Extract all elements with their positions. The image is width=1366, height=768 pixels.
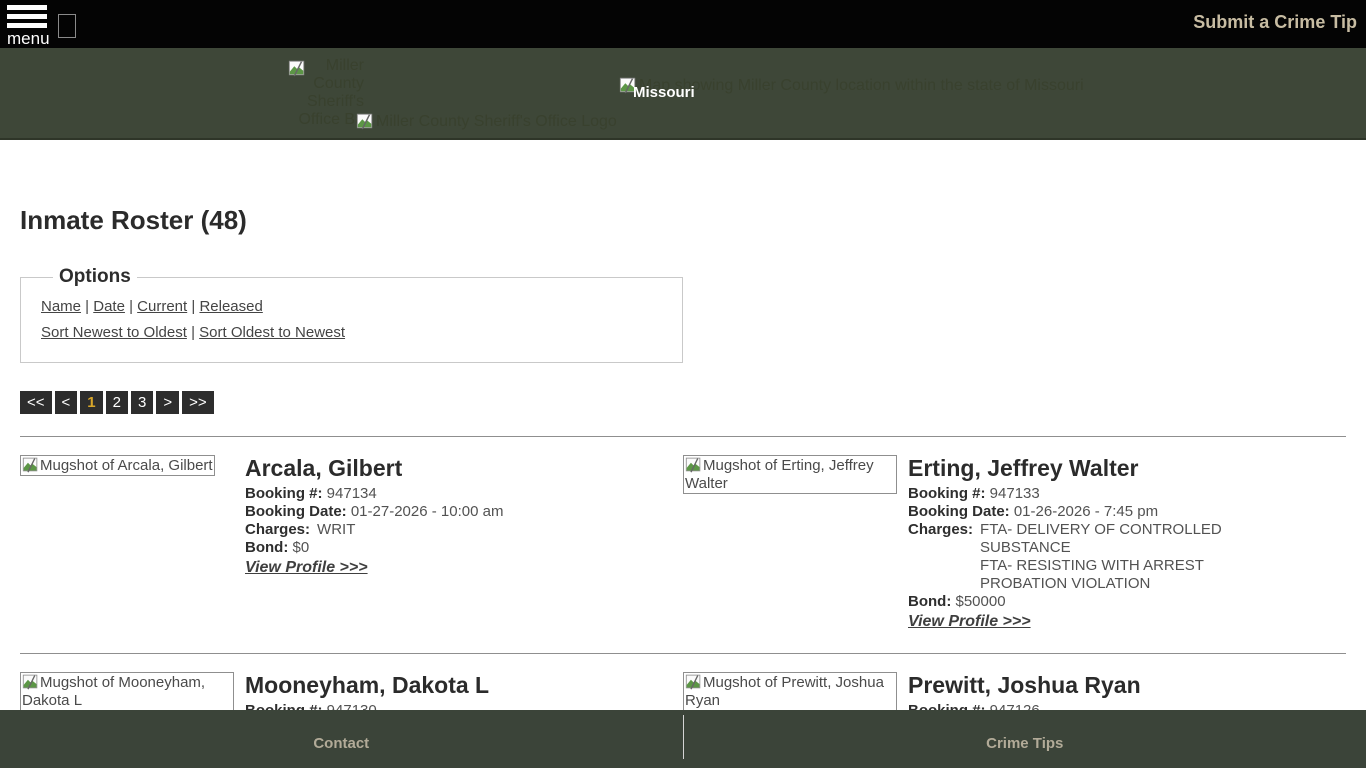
page-button-first[interactable]: << xyxy=(20,391,52,414)
header-banner: Miller County Sheriff's Office Ba Miller… xyxy=(0,48,1366,140)
logo-alt-text: Miller County Sheriff's Office Logo xyxy=(376,113,617,130)
mugshot-broken-image[interactable]: Mugshot of Arcala, Gilbert xyxy=(20,455,215,476)
bond-row: Bond: $50000 xyxy=(908,593,1346,611)
broken-image-icon xyxy=(685,456,702,473)
filter-link-name[interactable]: Name xyxy=(41,298,81,315)
mugshot-broken-image[interactable]: Mugshot of Erting, Jeffrey Walter xyxy=(683,455,897,494)
submit-crime-tip-link[interactable]: Submit a Crime Tip xyxy=(1193,12,1357,33)
menu-label: menu xyxy=(7,32,50,46)
options-panel: Options Name | Date | Current | Released… xyxy=(20,266,683,363)
mugshot-alt-text: Mugshot of Mooneyham, Dakota L xyxy=(22,674,205,709)
broken-image-placeholder-icon xyxy=(58,14,76,38)
view-profile-link[interactable]: View Profile >>> xyxy=(245,559,368,577)
mugshot-alt-text: Mugshot of Erting, Jeffrey Walter xyxy=(685,457,874,492)
page-button-3[interactable]: 3 xyxy=(131,391,153,414)
sort-link-sort-oldest-to-newest[interactable]: Sort Oldest to Newest xyxy=(199,324,345,341)
filter-link-date[interactable]: Date xyxy=(93,298,125,315)
charge-line: FTA- RESISTING WITH ARREST xyxy=(980,557,1248,575)
mugshot-cell: Mugshot of Erting, Jeffrey Walter xyxy=(683,455,908,494)
broken-image-icon xyxy=(356,112,374,130)
menu-button[interactable]: menu xyxy=(7,5,50,46)
charge-line: PROBATION VIOLATION xyxy=(980,575,1248,593)
separator: | xyxy=(187,324,199,341)
mugshot-alt-text: Mugshot of Arcala, Gilbert xyxy=(40,457,213,474)
booking-number-row: Booking #: 947134 xyxy=(245,485,683,503)
inmate-name: Arcala, Gilbert xyxy=(245,455,683,481)
charge-line: WRIT xyxy=(317,521,355,539)
hamburger-icon xyxy=(7,5,50,28)
filter-link-released[interactable]: Released xyxy=(199,298,262,315)
filter-links: Name | Date | Current | Released xyxy=(41,294,662,320)
sort-link-sort-newest-to-oldest[interactable]: Sort Newest to Oldest xyxy=(41,324,187,341)
mugshot-alt-text: Mugshot of Prewitt, Joshua Ryan xyxy=(685,674,884,709)
page-button-2[interactable]: 2 xyxy=(106,391,128,414)
inmate-name: Prewitt, Joshua Ryan xyxy=(908,672,1346,698)
options-legend: Options xyxy=(53,266,137,288)
inmate-detail-rows: Booking #: 947134Booking Date: 01-27-202… xyxy=(245,485,683,557)
footer: Contact Crime Tips xyxy=(0,710,1366,768)
footer-crime-tips-link[interactable]: Crime Tips xyxy=(986,735,1063,752)
sheriff-logo-broken-image: Miller County Sheriff's Office Logo xyxy=(356,112,617,131)
page-button-next[interactable]: > xyxy=(156,391,179,414)
view-profile-link[interactable]: View Profile >>> xyxy=(908,613,1031,631)
bond-row: Bond: $0 xyxy=(245,539,683,557)
inmate-entry: Mugshot of Erting, Jeffrey Walter Erting… xyxy=(683,455,1346,631)
pagination: <<<123>>> xyxy=(20,391,1346,414)
mugshot-cell: Mugshot of Arcala, Gilbert xyxy=(20,455,245,476)
mugshot-cell: Mugshot of Prewitt, Joshua Ryan xyxy=(683,672,908,711)
page: menu Submit a Crime Tip Miller County Sh… xyxy=(0,0,1366,768)
broken-image-icon xyxy=(685,673,702,690)
page-button-prev[interactable]: < xyxy=(55,391,78,414)
map-alt-text: Map showing Miller County location withi… xyxy=(639,77,1084,94)
main-content: Inmate Roster (48) Options Name | Date |… xyxy=(0,140,1366,720)
broken-image-icon xyxy=(22,456,39,473)
state-label: Missouri xyxy=(633,84,695,101)
roster-row: Mugshot of Arcala, Gilbert Arcala, Gilbe… xyxy=(20,437,1346,631)
inmate-name: Mooneyham, Dakota L xyxy=(245,672,683,698)
broken-image-icon xyxy=(22,673,39,690)
page-button-1[interactable]: 1 xyxy=(80,391,102,414)
filter-link-current[interactable]: Current xyxy=(137,298,187,315)
footer-contact-link[interactable]: Contact xyxy=(313,735,369,752)
charges-row: Charges:FTA- DELIVERY OF CONTROLLED SUBS… xyxy=(908,521,1346,593)
inmate-details: Erting, Jeffrey Walter Booking #: 947133… xyxy=(908,455,1346,631)
charges-row: Charges:WRIT xyxy=(245,521,683,539)
booking-date-row: Booking Date: 01-26-2026 - 7:45 pm xyxy=(908,503,1346,521)
separator: | xyxy=(125,298,137,315)
mugshot-cell: Mugshot of Mooneyham, Dakota L xyxy=(20,672,245,711)
charge-line: FTA- DELIVERY OF CONTROLLED SUBSTANCE xyxy=(980,521,1248,557)
separator: | xyxy=(187,298,199,315)
inmate-name: Erting, Jeffrey Walter xyxy=(908,455,1346,481)
inmate-details: Arcala, Gilbert Booking #: 947134Booking… xyxy=(245,455,683,577)
inmate-entry: Mugshot of Arcala, Gilbert Arcala, Gilbe… xyxy=(20,455,683,631)
topbar: menu Submit a Crime Tip xyxy=(0,0,1366,48)
booking-number-row: Booking #: 947133 xyxy=(908,485,1346,503)
page-title: Inmate Roster (48) xyxy=(20,204,1346,236)
mugshot-broken-image[interactable]: Mugshot of Mooneyham, Dakota L xyxy=(20,672,234,711)
sort-links: Sort Newest to Oldest | Sort Oldest to N… xyxy=(41,320,662,346)
mugshot-broken-image[interactable]: Mugshot of Prewitt, Joshua Ryan xyxy=(683,672,897,711)
inmate-detail-rows: Booking #: 947133Booking Date: 01-26-202… xyxy=(908,485,1346,611)
separator: | xyxy=(81,298,93,315)
booking-date-row: Booking Date: 01-27-2026 - 10:00 am xyxy=(245,503,683,521)
sheriff-badge-broken-image: Miller County Sheriff's Office Ba xyxy=(288,57,364,129)
page-button-last[interactable]: >> xyxy=(182,391,214,414)
